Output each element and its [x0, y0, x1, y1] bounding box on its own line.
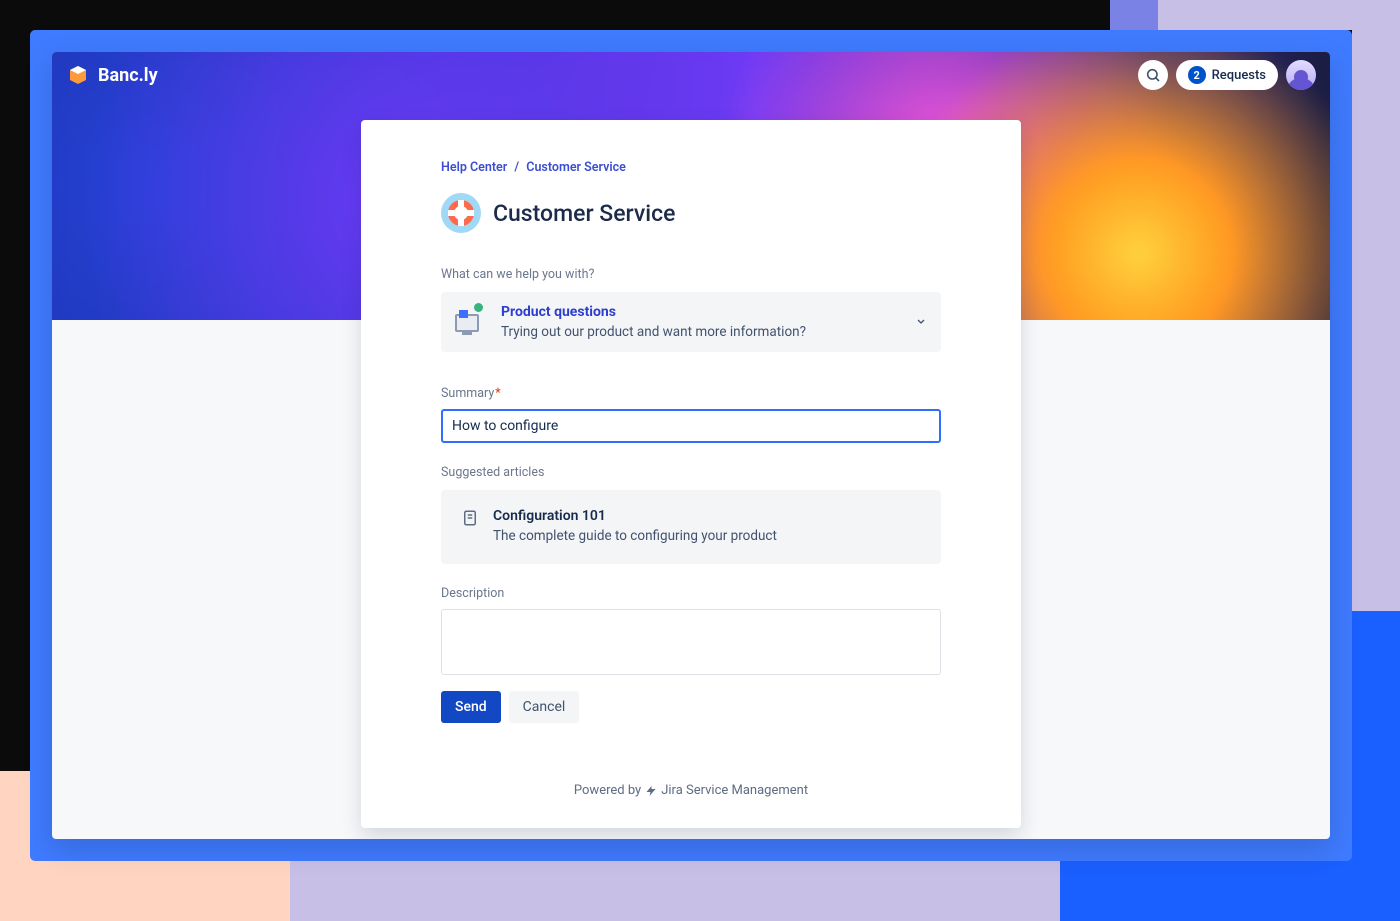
brand-logo[interactable]: Banc.ly [66, 63, 158, 87]
suggested-article-title: Configuration 101 [493, 508, 777, 524]
avatar[interactable] [1286, 60, 1316, 90]
jira-bolt-icon [645, 784, 657, 798]
summary-label-text: Summary [441, 386, 494, 401]
powered-product: Jira Service Management [661, 783, 808, 798]
requests-count-badge: 2 [1188, 66, 1206, 84]
lifebuoy-icon [448, 200, 474, 226]
decor-bottom-mid [290, 861, 1060, 921]
request-type-desc: Trying out our product and want more inf… [501, 324, 806, 340]
powered-by: Powered by Jira Service Management [441, 783, 941, 798]
brand-name: Banc.ly [98, 65, 158, 86]
app-window: Banc.ly 2 Requests Help Center / Custome… [52, 52, 1330, 839]
powered-prefix: Powered by [574, 783, 641, 798]
cancel-button[interactable]: Cancel [509, 691, 580, 723]
summary-input[interactable] [441, 409, 941, 443]
description-label: Description [441, 586, 941, 601]
page-title: Customer Service [493, 200, 675, 227]
requests-button[interactable]: 2 Requests [1176, 60, 1278, 90]
requests-label: Requests [1212, 68, 1266, 83]
description-textarea[interactable] [441, 609, 941, 675]
suggested-article[interactable]: Configuration 101 The complete guide to … [441, 490, 941, 564]
required-asterisk: * [495, 386, 500, 401]
project-avatar [441, 193, 481, 233]
search-button[interactable] [1138, 60, 1168, 90]
search-icon [1145, 67, 1161, 83]
top-bar: Banc.ly 2 Requests [52, 52, 1330, 98]
request-card: Help Center / Customer Service Customer … [361, 120, 1021, 828]
breadcrumb-sep: / [514, 160, 519, 175]
suggested-article-desc: The complete guide to configuring your p… [493, 528, 777, 544]
breadcrumb-root[interactable]: Help Center [441, 160, 507, 175]
decor-right-strip [1110, 0, 1158, 30]
brand-mark-icon [66, 63, 90, 87]
help-with-label: What can we help you with? [441, 267, 941, 282]
breadcrumb: Help Center / Customer Service [441, 160, 941, 175]
request-type-title: Product questions [501, 304, 806, 320]
outer-frame: Banc.ly 2 Requests Help Center / Custome… [30, 30, 1352, 861]
summary-label: Summary* [441, 386, 941, 401]
send-button[interactable]: Send [441, 691, 501, 723]
document-icon [461, 509, 479, 531]
breadcrumb-current[interactable]: Customer Service [526, 160, 626, 175]
chevron-down-icon [915, 313, 927, 332]
product-questions-icon [455, 306, 485, 332]
request-type-select[interactable]: Product questions Trying out our product… [441, 292, 941, 352]
suggested-articles-label: Suggested articles [441, 465, 941, 480]
